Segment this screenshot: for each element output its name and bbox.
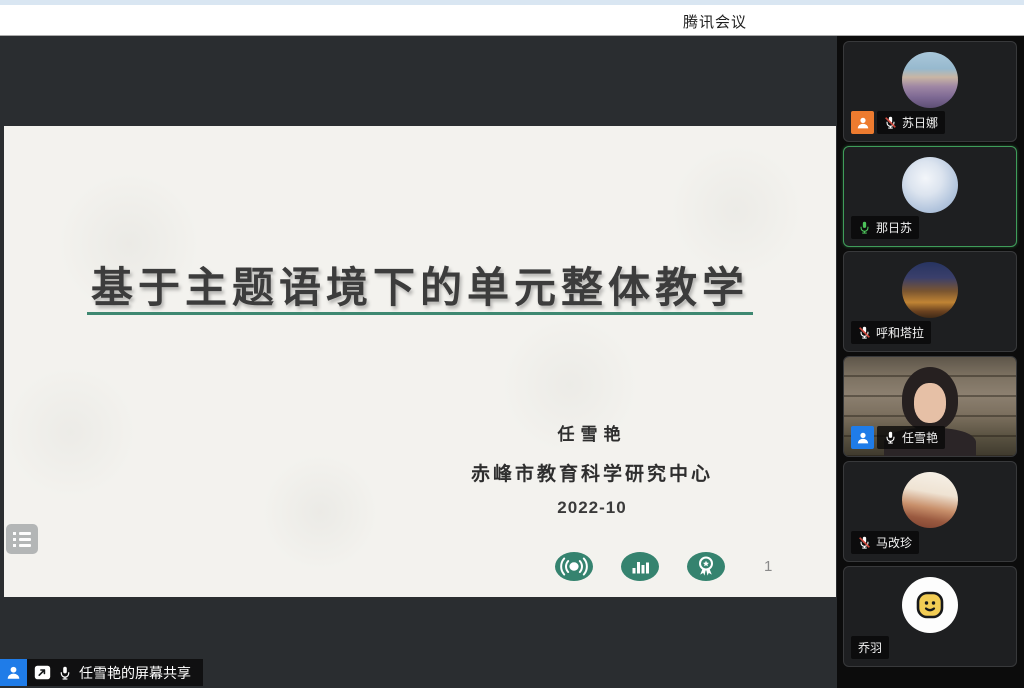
window-titlebar: 腾讯会议 [0,0,1024,36]
smiley-icon [913,588,947,622]
list-icon [13,532,31,547]
mic-muted-icon [858,326,871,339]
participant-nameplate: 乔羽 [851,636,889,659]
participant-tile[interactable]: 任雪艳 [843,356,1017,457]
slide-list-button[interactable] [6,524,38,554]
microphone-icon [58,666,72,680]
mic-active-icon [858,221,871,234]
participants-panel: 苏日娜 那日苏 [837,36,1024,688]
slide-page-number: 1 [764,558,772,575]
participant-name: 苏日娜 [902,114,938,131]
participant-tile[interactable]: 乔羽 [843,566,1017,667]
slide-title: 基于主题语境下的单元整体教学 [4,254,836,315]
participant-name: 任雪艳 [902,429,938,446]
broadcast-icon [555,552,593,581]
window-title: 腾讯会议 [683,11,747,32]
participant-tile[interactable]: 呼和塔拉 [843,251,1017,352]
participant-nameplate: 那日苏 [851,216,919,239]
participant-nameplate: 任雪艳 [851,426,945,449]
participant-nameplate: 苏日娜 [851,111,945,134]
participant-tile[interactable]: 那日苏 [843,146,1017,247]
presenter-organization: 赤峰市教育科学研究中心 [450,459,734,486]
participant-name: 那日苏 [876,219,912,236]
presentation-slide: 基于主题语境下的单元整体教学 任雪艳 赤峰市教育科学研究中心 2022-10 [4,126,836,597]
participant-avatar [902,52,958,108]
shared-screen-stage: 基于主题语境下的单元整体教学 任雪艳 赤峰市教育科学研究中心 2022-10 [0,36,837,688]
participant-name: 马改珍 [876,534,912,551]
screen-share-icon [34,665,51,680]
participant-avatar [902,577,958,633]
participant-name: 呼和塔拉 [876,324,924,341]
participant-nameplate: 呼和塔拉 [851,321,931,344]
screen-share-indicator: 任雪艳的屏幕共享 [0,659,203,686]
participant-name: 乔羽 [858,639,882,656]
participant-avatar [902,472,958,528]
slide-footer-icons [555,552,725,581]
medal-icon [687,552,725,581]
participant-avatar [902,157,958,213]
presenter-name: 任雪艳 [450,420,734,445]
presenter-badge-icon [851,426,874,449]
participant-nameplate: 马改珍 [851,531,919,554]
presenter-block: 任雪艳 赤峰市教育科学研究中心 2022-10 [450,420,734,518]
mic-muted-icon [884,116,897,129]
presenter-person-icon [0,659,27,686]
participant-avatar [902,262,958,318]
participant-tile[interactable]: 苏日娜 [843,41,1017,142]
member-badge-icon [851,111,874,134]
mic-muted-icon [858,536,871,549]
screen-share-label: 任雪艳的屏幕共享 [79,663,191,683]
participant-tile[interactable]: 马改珍 [843,461,1017,562]
bar-chart-icon [621,552,659,581]
mic-on-icon [884,431,897,444]
screen-share-pill: 任雪艳的屏幕共享 [27,659,203,686]
presentation-date: 2022-10 [450,498,734,518]
meeting-window: 腾讯会议 基于主题语境下的单元整体教学 任雪艳 赤峰市教育科学研究中心 2022… [0,0,1024,688]
title-underline [87,312,753,315]
